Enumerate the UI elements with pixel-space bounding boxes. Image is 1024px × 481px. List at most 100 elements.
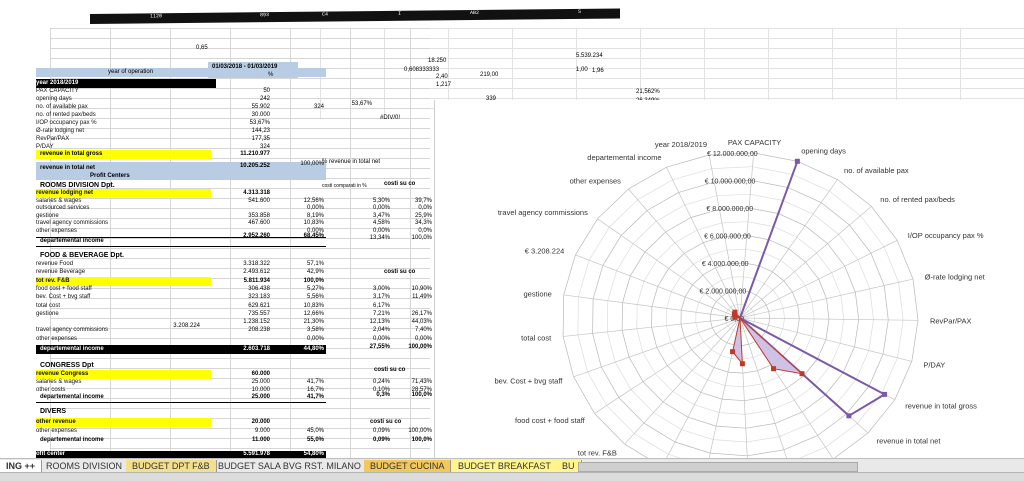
row-value[interactable]: 2,04% <box>330 326 390 334</box>
row-value[interactable]: 3,58% <box>272 326 324 334</box>
row-value[interactable]: 0,09% <box>330 427 390 435</box>
row-value[interactable]: 45,0% <box>272 427 324 435</box>
row-label[interactable]: gestione <box>36 310 206 318</box>
row-value[interactable]: 323.183 <box>208 293 270 301</box>
pct-header[interactable]: % <box>268 71 288 79</box>
congress-title[interactable]: CONGRESS Dpt <box>40 362 200 370</box>
revenue-net-pct[interactable]: 100,00% <box>272 160 324 168</box>
revenue-net-value[interactable]: 10.205.252 <box>208 162 270 170</box>
congress-income-v4[interactable]: 100,0% <box>392 391 432 399</box>
column-header[interactable]: 893 <box>260 12 269 18</box>
row-value[interactable]: 467.600 <box>208 219 270 227</box>
fnb-income-pct[interactable]: 44,80% <box>272 345 324 353</box>
row-value[interactable]: 3,17% <box>330 293 390 301</box>
row-value[interactable]: 26,17% <box>392 310 432 318</box>
row-value[interactable]: 3.318.322 <box>208 260 270 268</box>
row-label[interactable]: other expenses <box>36 427 206 435</box>
rooms-col-head[interactable]: costi su co <box>384 180 434 188</box>
fnb-income-v4[interactable]: 100,00% <box>392 343 432 351</box>
row-label[interactable]: other expenses <box>36 335 206 343</box>
row-value[interactable]: 0,00% <box>272 335 324 343</box>
row-value[interactable]: 71,43% <box>392 378 432 386</box>
row-value[interactable]: 42,9% <box>272 268 324 276</box>
divers-title[interactable]: DIVERS <box>40 408 200 416</box>
row-value[interactable]: 41,7% <box>272 378 324 386</box>
revenue-gross-value[interactable]: 11.210.977 <box>208 150 270 158</box>
congress-col-head[interactable]: costi su co <box>374 366 424 374</box>
fnb-income-value[interactable]: 2.603.718 <box>208 345 270 353</box>
row-value[interactable]: 53,67% <box>208 119 270 127</box>
row-value[interactable]: 20.000 <box>208 418 270 426</box>
row-value[interactable]: 629.621 <box>208 302 270 310</box>
row-label[interactable]: tot rev. F&B <box>36 277 206 285</box>
row-value[interactable]: 144,23 <box>208 127 270 135</box>
cell[interactable]: 0,65 <box>196 44 226 52</box>
row-value[interactable]: 10,83% <box>272 302 324 310</box>
row-value[interactable]: 100,0% <box>272 277 324 285</box>
row-label[interactable]: total cost <box>36 302 206 310</box>
revenue-gross-label[interactable]: revenue in total gross <box>40 150 210 158</box>
row-label[interactable]: RevPar/PAX <box>36 135 206 143</box>
row-label[interactable]: year 2018/2019 <box>36 79 206 87</box>
column-header[interactable]: I <box>398 11 401 17</box>
cell[interactable]: 18.250 <box>428 57 468 65</box>
rooms-income-pct[interactable]: 68,45% <box>272 232 324 240</box>
column-header[interactable]: AB2 <box>470 10 479 16</box>
row-value[interactable]: 13,34% <box>330 234 390 242</box>
row-label[interactable]: PAX CAPACITY <box>36 87 206 95</box>
footer-pct[interactable]: 54,80% <box>272 450 324 458</box>
fnb-income-v3[interactable]: 27,55% <box>330 343 390 351</box>
row-value[interactable]: 306.438 <box>208 285 270 293</box>
sheet-tab[interactable]: BUDGET SALA BVG RST. MILANO <box>212 460 368 472</box>
row-value[interactable]: 735.557 <box>208 310 270 318</box>
row-value[interactable]: 55.902 <box>208 103 270 111</box>
profit-centers-label[interactable]: Profit Centers <box>90 172 190 180</box>
row-value[interactable]: 177,35 <box>208 135 270 143</box>
row-label[interactable]: food cost + food staff <box>36 285 206 293</box>
row-value[interactable]: 57,1% <box>272 260 324 268</box>
row-value[interactable]: 2.493.612 <box>208 268 270 276</box>
row-value[interactable]: 60.000 <box>208 370 270 378</box>
horizontal-scrollbar[interactable] <box>578 462 858 472</box>
row-value[interactable]: 21,30% <box>272 318 324 326</box>
sheet-tab[interactable]: ROOMS DIVISION <box>40 460 130 472</box>
row-value[interactable]: 9.000 <box>208 427 270 435</box>
row-value[interactable]: 208.238 <box>208 326 270 334</box>
rooms-col-head[interactable]: costi comparati in % <box>322 182 372 190</box>
row-label[interactable]: revenue Beverage <box>36 268 206 276</box>
cell[interactable]: 1,96 <box>592 67 622 75</box>
divers-income-v3[interactable]: 0,09% <box>330 436 390 444</box>
row-value[interactable]: 3,00% <box>330 285 390 293</box>
radar-chart[interactable]: € 0,00€ 2.000.000,00€ 4.000.000,00€ 6.00… <box>434 100 1024 481</box>
row-value[interactable]: 12,13% <box>330 318 390 326</box>
column-header[interactable]: 1120 <box>150 13 162 19</box>
row-value[interactable]: 50 <box>208 87 270 95</box>
row-label[interactable]: no. of available pax <box>36 103 206 111</box>
row-value[interactable]: 25.000 <box>208 378 270 386</box>
row-value[interactable]: 541.600 <box>208 197 270 205</box>
row-value[interactable]: 10,90% <box>392 285 432 293</box>
divers-income-v4[interactable]: 100,0% <box>392 436 432 444</box>
divers-col-head[interactable]: costi su co <box>370 418 420 426</box>
revenue-net-label[interactable]: revenue in total net <box>40 164 210 172</box>
row-value[interactable]: 7,40% <box>392 326 432 334</box>
divers-income-value[interactable]: 11.000 <box>208 436 270 444</box>
revenue-net-note[interactable]: % revenue in total net <box>322 158 402 166</box>
row-value[interactable]: 5,27% <box>272 285 324 293</box>
row-value[interactable]: 1.238.152 <box>208 318 270 326</box>
congress-income-label[interactable]: departemental income <box>40 393 200 401</box>
row-label[interactable]: other revenue <box>36 418 206 426</box>
rooms-income-value[interactable]: 2.952.260 <box>208 232 270 240</box>
footer-label[interactable]: dept. Inc. profit center <box>2 451 162 458</box>
cell[interactable]: 2,40 <box>436 73 466 81</box>
sheet-tab[interactable]: BUDGET CUCINA <box>364 460 452 472</box>
congress-income-value[interactable]: 25.000 <box>208 393 270 401</box>
row-label[interactable]: revenue Food <box>36 260 206 268</box>
cell[interactable]: 53,67% <box>322 100 372 108</box>
cell[interactable]: 1,217 <box>436 81 466 89</box>
period-label[interactable]: 01/03/2018 - 01/03/2019 <box>212 63 302 71</box>
row-label[interactable]: I/OP occupancy pax % <box>36 119 206 127</box>
row-value[interactable]: 324 <box>272 103 324 111</box>
row-value[interactable]: 7,21% <box>330 310 390 318</box>
fnb-col-head[interactable]: costi su co <box>384 268 434 276</box>
